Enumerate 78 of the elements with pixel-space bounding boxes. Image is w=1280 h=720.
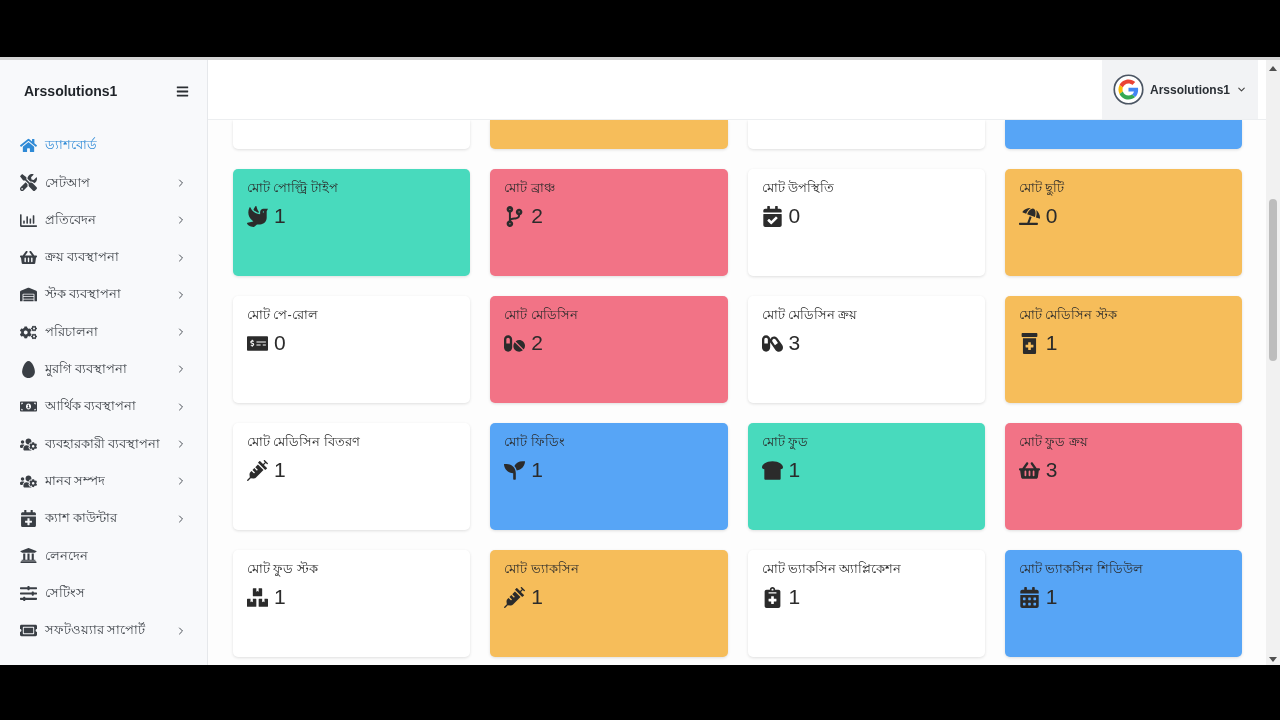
sidebar-item[interactable]: সেটআপ bbox=[0, 164, 207, 202]
sidebar-item[interactable]: প্রতিবেদন bbox=[0, 201, 207, 239]
sidebar-item[interactable]: ব্যবহারকারী ব্যবস্থাপনা bbox=[0, 425, 207, 463]
gears-icon bbox=[20, 323, 37, 341]
egg-icon bbox=[20, 360, 37, 378]
g-logo-icon bbox=[1113, 74, 1144, 105]
sidebar-item[interactable]: পরিচালনা bbox=[0, 313, 207, 351]
card-title: মোট ছুটি bbox=[1018, 179, 1066, 197]
pills-icon bbox=[504, 332, 526, 354]
calendar-plus-icon bbox=[20, 510, 37, 528]
bread-icon bbox=[761, 459, 783, 481]
card-title: মোট ভ্যাকসিন অ্যাপ্লিকেশন bbox=[761, 560, 903, 578]
card-title: মোট মেডিসিন বিতরণ bbox=[247, 433, 361, 451]
bank-icon bbox=[20, 547, 37, 565]
card-title: মোট পোল্ট্রি টাইপ bbox=[247, 179, 339, 197]
basket-icon bbox=[20, 249, 37, 267]
scroll-down-arrow-icon[interactable] bbox=[1269, 657, 1277, 662]
tools-icon bbox=[20, 174, 37, 192]
sidebar-item[interactable]: মুরগি ব্যবস্থাপনা bbox=[0, 350, 207, 389]
seedling-icon bbox=[504, 459, 526, 481]
card-title: মোট ভ্যাকসিন শিডিউল bbox=[1018, 560, 1144, 578]
card-value: 1 bbox=[788, 457, 801, 483]
card-value: 2 bbox=[531, 203, 543, 229]
dove-icon bbox=[247, 205, 268, 227]
card-title: মোট মেডিসিন bbox=[504, 306, 579, 324]
scrollbar[interactable] bbox=[1266, 60, 1280, 665]
scrollbar-thumb[interactable] bbox=[1269, 199, 1277, 361]
card-title: মোট পে-রোল bbox=[247, 306, 319, 324]
card-value: 0 bbox=[788, 203, 801, 229]
card-title: মোট মেডিসিন স্টক bbox=[1018, 306, 1118, 324]
card-value: 1 bbox=[274, 457, 286, 483]
card-title: মোট ফুড স্টক bbox=[247, 560, 319, 578]
basket-icon bbox=[1018, 459, 1040, 481]
card-value: 0 bbox=[1045, 203, 1058, 229]
card-value: 3 bbox=[788, 330, 801, 356]
capsules-icon bbox=[761, 332, 783, 354]
sidebar-item[interactable]: আর্থিক ব্যবস্থাপনা bbox=[0, 388, 207, 426]
home-icon bbox=[20, 137, 37, 155]
card-value: 1 bbox=[531, 457, 543, 483]
user-menu-button[interactable]: Arssolutions1 bbox=[1102, 60, 1258, 119]
sidebar-item[interactable]: সেটিংস bbox=[0, 574, 207, 612]
card-title: মোট ফিডিং bbox=[504, 433, 566, 451]
card-value: 1 bbox=[1045, 330, 1058, 356]
card-title: মোট উপস্থিতি bbox=[761, 179, 835, 197]
boxes-icon bbox=[247, 586, 268, 608]
calendar-check-icon bbox=[761, 205, 783, 227]
sidebar-item[interactable]: মানব সম্পদ bbox=[0, 462, 207, 500]
sliders-icon bbox=[20, 584, 37, 602]
card-value: 1 bbox=[274, 203, 286, 229]
card-title: মোট ফুড ক্রয় bbox=[1018, 433, 1089, 451]
sidebar-item[interactable]: স্টক ব্যবস্থাপনা bbox=[0, 276, 207, 314]
scroll-up-arrow-icon[interactable] bbox=[1269, 66, 1277, 71]
calendar-icon bbox=[1018, 586, 1040, 608]
card-value: 1 bbox=[531, 584, 543, 610]
card-value: 2 bbox=[531, 330, 543, 356]
card-value: 0 bbox=[274, 330, 286, 356]
card-value: 1 bbox=[274, 584, 286, 610]
warehouse-icon bbox=[20, 286, 37, 304]
sidebar-item[interactable]: ড্যাশবোর্ড bbox=[0, 127, 207, 165]
ticket-icon bbox=[20, 622, 37, 639]
sidebar-item[interactable]: লেনদেন bbox=[0, 537, 207, 575]
chevron-down-icon bbox=[1236, 84, 1247, 95]
sidebar-item[interactable]: ক্যাশ কাউন্টার bbox=[0, 499, 207, 538]
card-title: মোট ভ্যাকসিন bbox=[504, 560, 580, 578]
menu-icon bbox=[176, 85, 189, 98]
card-title: মোট মেডিসিন ক্রয় bbox=[761, 306, 859, 324]
card-title: মোট ফুড bbox=[761, 433, 809, 451]
bar-chart-icon bbox=[20, 211, 37, 229]
card-title: মোট ব্রাঞ্চ bbox=[504, 179, 556, 197]
card-value: 1 bbox=[1045, 584, 1058, 610]
syringe-icon bbox=[504, 586, 526, 608]
card-value: 3 bbox=[1045, 457, 1058, 483]
brand-name: Arssolutions1 bbox=[24, 82, 118, 101]
card-value: 1 bbox=[788, 584, 801, 610]
sidebar-item[interactable]: ক্রয় ব্যবস্থাপনা bbox=[0, 238, 207, 277]
syringe-icon bbox=[247, 459, 268, 481]
sidebar-item[interactable]: সফটওয়্যার সাপোর্ট bbox=[0, 611, 207, 650]
beach-umbrella-icon bbox=[1018, 205, 1040, 227]
